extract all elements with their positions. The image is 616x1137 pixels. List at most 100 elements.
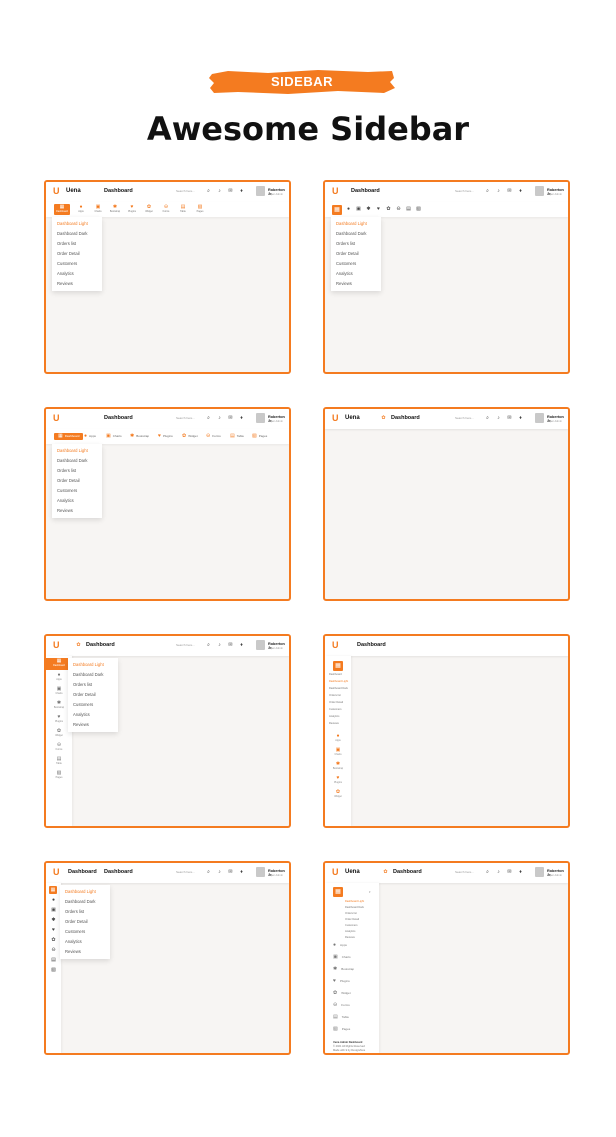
submenu-item[interactable]: Orders list: [68, 680, 118, 690]
message-icon[interactable]: ✉: [228, 189, 233, 194]
bell-icon[interactable]: ♪: [217, 416, 222, 421]
menu-toggle-icon[interactable]: ✿: [76, 643, 81, 648]
gift-icon[interactable]: ♦: [518, 189, 523, 194]
submenu-item[interactable]: Reviews: [68, 720, 118, 730]
message-icon[interactable]: ✉: [507, 416, 512, 421]
submenu-item[interactable]: Reviews: [60, 947, 110, 957]
submenu-item[interactable]: Order Detail: [331, 249, 381, 259]
submenu-item[interactable]: Dashboard Light: [60, 887, 110, 897]
submenu-item[interactable]: Order Detail: [329, 701, 343, 704]
submenu-item[interactable]: Analytics: [345, 930, 355, 933]
submenu-item[interactable]: Dashboard Light: [52, 446, 102, 456]
submenu-item[interactable]: Analytics: [52, 496, 102, 506]
nav-item-dashboard[interactable]: ▦ Dashboard: [54, 204, 70, 215]
nav-item-dashboard[interactable]: ▦ Dashboard: [54, 433, 84, 440]
avatar[interactable]: [256, 413, 265, 423]
search-icon[interactable]: ⌕: [206, 416, 211, 421]
chart-icon[interactable]: ▣: [356, 207, 361, 212]
avatar[interactable]: [535, 186, 544, 196]
heart-icon[interactable]: ♥: [376, 207, 381, 212]
bell-icon[interactable]: ♪: [496, 870, 501, 875]
pages-icon[interactable]: ▧: [416, 207, 421, 212]
sidebar-item-pages[interactable]: ▧ Pages: [46, 770, 72, 780]
search-input[interactable]: Search here...: [176, 643, 195, 647]
nav-item-apps[interactable]: ● Apps: [84, 433, 96, 440]
search-icon[interactable]: ⌕: [206, 643, 211, 648]
nav-item-plugins[interactable]: ♥ Plugins: [158, 433, 173, 440]
search-input[interactable]: Search here...: [176, 189, 195, 193]
gift-icon[interactable]: ♦: [239, 189, 244, 194]
submenu-item[interactable]: Dashboard Light: [331, 219, 381, 229]
star-icon[interactable]: ✱: [366, 207, 371, 212]
submenu-item[interactable]: Dashboard Dark: [331, 229, 381, 239]
search-icon[interactable]: ⌕: [485, 870, 490, 875]
nav-item-forms[interactable]: ⊖ Forms: [206, 433, 221, 440]
search-input[interactable]: Search here...: [176, 870, 195, 874]
sidebar-item-widget[interactable]: ✿ Widget: [325, 789, 351, 799]
submenu-item[interactable]: Customers: [68, 700, 118, 710]
sidebar-item-plugins[interactable]: ♥ Plugins: [333, 979, 350, 984]
gift-icon[interactable]: ♦: [239, 416, 244, 421]
bell-icon[interactable]: ♪: [217, 189, 222, 194]
sidebar-item-charts[interactable]: ▣ Charts: [333, 955, 351, 960]
submenu-item[interactable]: Dashboard Dark: [60, 897, 110, 907]
settings-icon[interactable]: ✿: [51, 938, 56, 943]
submenu-item[interactable]: Reviews: [52, 506, 102, 516]
table-icon[interactable]: ▤: [51, 958, 56, 963]
info-icon[interactable]: ●: [51, 898, 56, 903]
nav-item-apps[interactable]: ● Apps: [73, 204, 89, 215]
gift-icon[interactable]: ♦: [239, 870, 244, 875]
search-icon[interactable]: ⌕: [485, 416, 490, 421]
search-input[interactable]: Search here...: [455, 189, 474, 193]
search-input[interactable]: Search here...: [455, 416, 474, 420]
settings-icon[interactable]: ✿: [386, 207, 391, 212]
search-icon[interactable]: ⌕: [206, 189, 211, 194]
submenu-item[interactable]: Dashboard Light: [345, 900, 364, 903]
submenu-item[interactable]: Dashboard Dark: [68, 670, 118, 680]
grid-icon[interactable]: ▦: [332, 205, 342, 215]
chart-icon[interactable]: ▣: [51, 908, 56, 913]
submenu-item[interactable]: Orders list: [329, 694, 341, 697]
submenu-item[interactable]: Analytics: [331, 269, 381, 279]
submenu-item[interactable]: Customers: [331, 259, 381, 269]
submenu-item[interactable]: Reviews: [329, 722, 339, 725]
heart-icon[interactable]: ♥: [51, 928, 56, 933]
submenu-item[interactable]: Analytics: [60, 937, 110, 947]
sidebar-item-bootstrap[interactable]: ✱ Bootstrap: [325, 761, 351, 771]
search-icon[interactable]: ⌕: [206, 870, 211, 875]
submenu-item[interactable]: Orders list: [60, 907, 110, 917]
submenu-item[interactable]: Customers: [345, 924, 358, 927]
submenu-item[interactable]: Order Detail: [52, 249, 102, 259]
submenu-item[interactable]: Dashboard Dark: [52, 456, 102, 466]
search-input[interactable]: Search here...: [176, 416, 195, 420]
nav-item-pages[interactable]: ▧ Pages: [252, 433, 267, 440]
submenu-item[interactable]: Orders list: [52, 239, 102, 249]
menu-toggle-icon[interactable]: ✿: [383, 870, 388, 875]
submenu-item[interactable]: Dashboard Dark: [52, 229, 102, 239]
sidebar-item-table[interactable]: ▤ Table: [333, 1015, 349, 1020]
submenu-item[interactable]: Analytics: [329, 715, 339, 718]
avatar[interactable]: [256, 640, 265, 650]
nav-item-bootstrap[interactable]: ✱ Bootstrap: [107, 204, 123, 215]
message-icon[interactable]: ✉: [228, 643, 233, 648]
submenu-item[interactable]: Order Detail: [60, 917, 110, 927]
search-icon[interactable]: ⌕: [485, 189, 490, 194]
nav-item-charts[interactable]: ▣ Charts: [106, 433, 122, 440]
submenu-item[interactable]: Dashboard Dark: [345, 906, 364, 909]
nav-item-plugins[interactable]: ♥ Plugins: [124, 204, 140, 215]
submenu-item[interactable]: Customers: [52, 259, 102, 269]
sidebar-item-forms[interactable]: ⊖ Forms: [46, 742, 72, 752]
sidebar-item-forms[interactable]: ⊖ Forms: [333, 1003, 350, 1008]
nav-item-widget[interactable]: ✿ Widget: [182, 433, 198, 440]
star-icon[interactable]: ✱: [51, 918, 56, 923]
submenu-item[interactable]: Customers: [52, 486, 102, 496]
avatar[interactable]: [256, 867, 265, 877]
gift-icon[interactable]: ♦: [239, 643, 244, 648]
grid-icon[interactable]: ▦: [333, 887, 343, 897]
avatar[interactable]: [535, 867, 544, 877]
sidebar-item-table[interactable]: ▤ Table: [46, 756, 72, 766]
chevron-down-icon[interactable]: ▾: [369, 890, 371, 894]
grid-icon[interactable]: ▦: [333, 661, 343, 671]
submenu-item[interactable]: Analytics: [52, 269, 102, 279]
nav-item-table[interactable]: ▤ Table: [175, 204, 191, 215]
